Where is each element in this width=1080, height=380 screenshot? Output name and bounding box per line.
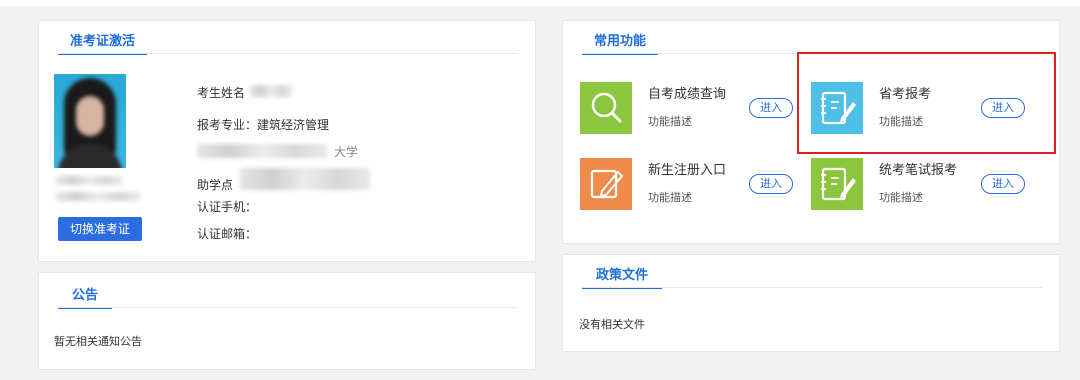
function-desc-score-query: 功能描述: [648, 115, 692, 128]
notice-panel: [38, 272, 536, 370]
notebook-pen-icon[interactable]: [811, 158, 863, 210]
major-label: 报考专业：: [197, 118, 258, 132]
assist-point-blur: [240, 168, 370, 190]
policy-title: 政策文件: [582, 264, 663, 289]
notice-empty-text: 暂无相关通知公告: [54, 335, 142, 348]
function-desc-unified-exam-registration: 功能描述: [879, 191, 923, 204]
major-value: 建筑经济管理: [257, 118, 330, 132]
top-bar: [0, 0, 1080, 6]
school-partial-text: 大学: [334, 145, 359, 159]
notice-title: 公告: [58, 284, 113, 309]
policy-empty-text: 没有相关文件: [579, 318, 645, 331]
function-name-new-student-registration[interactable]: 新生注册入口: [648, 159, 726, 178]
major-row: 报考专业：建筑经济管理: [197, 116, 329, 133]
candidate-id-blur-2: [56, 192, 140, 201]
function-desc-new-student-registration: 功能描述: [648, 191, 692, 204]
edit-icon[interactable]: [580, 158, 632, 210]
policy-divider: [582, 287, 1042, 288]
admission-card-divider: [58, 53, 518, 54]
candidate-id-blur: [56, 176, 122, 185]
highlight-box: [797, 52, 1056, 154]
enter-button-unified-exam-registration[interactable]: 进入: [981, 174, 1025, 194]
notice-divider: [58, 307, 518, 308]
search-icon[interactable]: [580, 82, 632, 134]
admission-card-title: 准考证激活: [58, 30, 148, 55]
enter-button-new-student-registration[interactable]: 进入: [749, 174, 793, 194]
candidate-name-label: 考生姓名: [197, 86, 246, 100]
function-name-score-query[interactable]: 自考成绩查询: [648, 83, 726, 102]
functions-title: 常用功能: [582, 30, 659, 55]
candidate-photo: [54, 74, 126, 168]
email-label: 认证邮箱：: [197, 227, 258, 241]
assist-point-label: 助学点: [197, 178, 234, 192]
school-blur: [197, 144, 327, 158]
enter-button-score-query[interactable]: 进入: [749, 98, 793, 118]
candidate-name-blur: [250, 85, 292, 97]
phone-label: 认证手机：: [197, 200, 258, 214]
function-name-unified-exam-registration[interactable]: 统考笔试报考: [879, 159, 957, 178]
switch-admission-card-button[interactable]: 切换准考证: [58, 217, 142, 241]
